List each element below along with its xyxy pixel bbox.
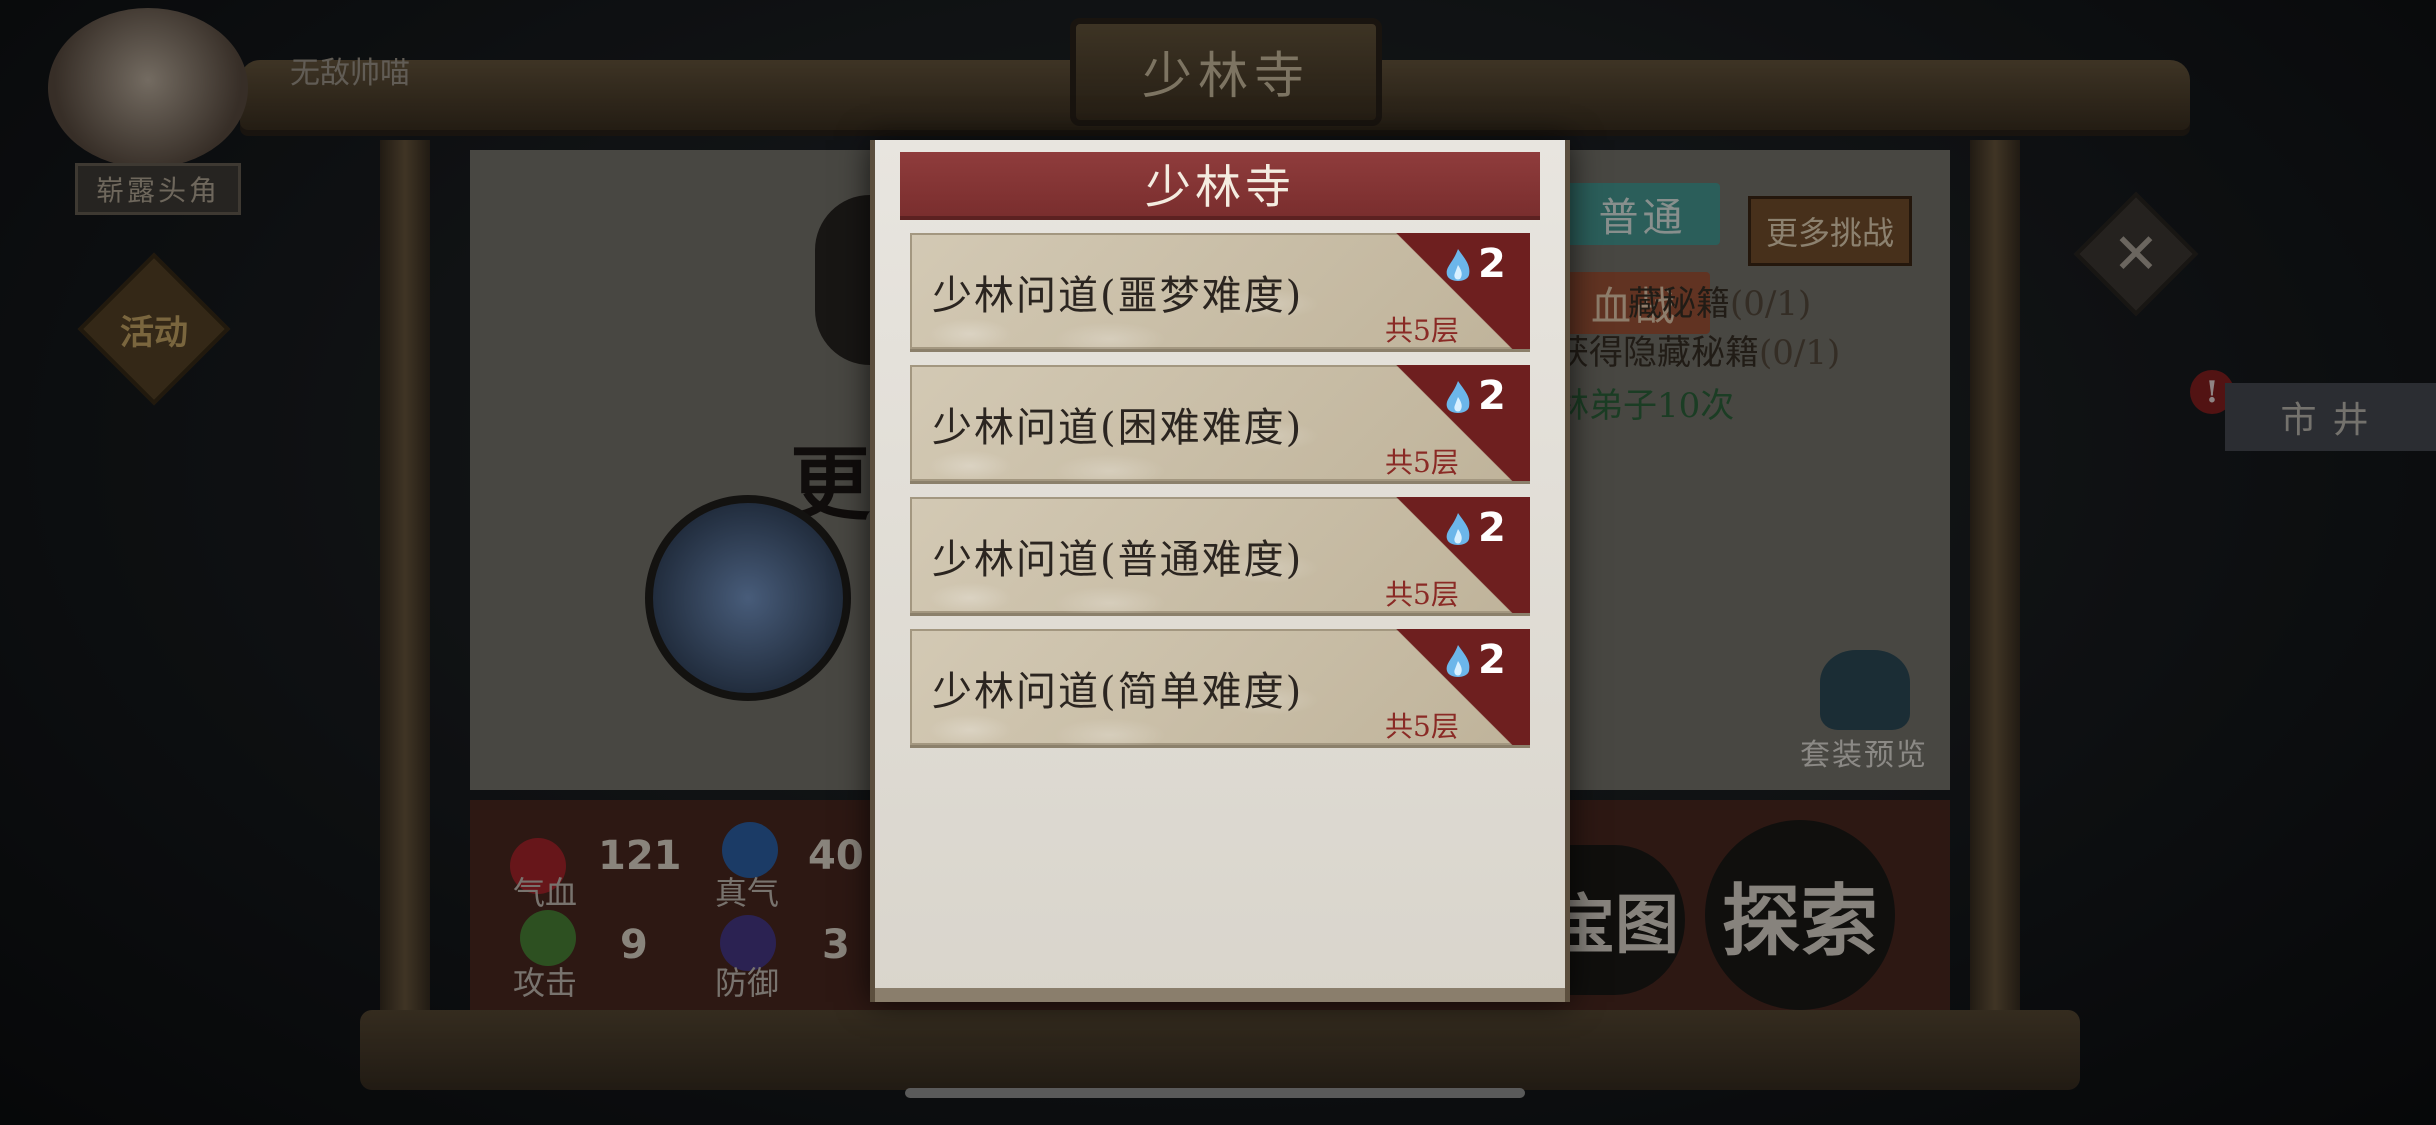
attack-value: 9	[620, 922, 648, 968]
stamina-cost: 2	[1478, 505, 1506, 551]
outfit-icon	[1820, 650, 1910, 730]
market-button[interactable]: 市井	[2225, 383, 2436, 451]
qi-label: 真气	[715, 874, 780, 912]
right-pillar	[1970, 140, 2020, 1040]
task-line: 血战藏秘籍(0/1)	[1628, 284, 1812, 324]
dialog-title: 少林寺	[900, 152, 1540, 220]
player-title-badge: 崭露头角	[75, 163, 241, 215]
boss-portrait[interactable]	[645, 495, 851, 701]
location-banner: 少林寺	[1070, 18, 1382, 126]
level-name: 少林问道(噩梦难度)	[932, 273, 1304, 319]
hp-label: 气血	[513, 874, 578, 912]
level-card[interactable]: 少林问道(噩梦难度) 2 共5层	[910, 233, 1530, 349]
blue-flame-icon	[1446, 645, 1470, 677]
blue-flame-icon	[1446, 249, 1470, 281]
stamina-cost: 2	[1478, 637, 1506, 683]
event-label: 活动	[120, 312, 188, 353]
event-button[interactable]: 活动	[77, 252, 231, 406]
floor-count: 共5层	[1385, 578, 1459, 611]
task-line: 获得隐藏秘籍(0/1)	[1555, 333, 1841, 373]
floor-count: 共5层	[1385, 446, 1459, 479]
level-card[interactable]: 少林问道(普通难度) 2 共5层	[910, 497, 1530, 613]
qi-value: 40	[808, 833, 864, 879]
scroll-bottom-rod	[360, 1010, 2080, 1090]
task-line: 林弟子10次	[1555, 386, 1735, 426]
floor-count: 共5层	[1385, 710, 1459, 743]
hp-value: 121	[598, 833, 682, 879]
defense-value: 3	[822, 922, 850, 968]
player-avatar[interactable]	[48, 8, 248, 168]
close-button[interactable]: ✕	[2073, 191, 2199, 317]
level-card[interactable]: 少林问道(困难难度) 2 共5层	[910, 365, 1530, 481]
level-name: 少林问道(困难难度)	[932, 405, 1304, 451]
attack-label: 攻击	[513, 964, 578, 1002]
defense-label: 防御	[715, 964, 780, 1002]
floor-count: 共5层	[1385, 314, 1459, 347]
close-icon: ✕	[2112, 221, 2160, 287]
player-name: 无敌帅喵	[290, 56, 410, 91]
set-preview-button[interactable]: 套装预览	[1800, 730, 1928, 774]
more-challenge-button[interactable]: 更多挑战	[1748, 196, 1912, 266]
stamina-cost: 2	[1478, 373, 1506, 419]
level-name: 少林问道(普通难度)	[932, 537, 1304, 583]
stamina-cost: 2	[1478, 241, 1506, 287]
tab-normal[interactable]: 普通	[1565, 183, 1720, 245]
dungeon-select-dialog: 少林寺 少林问道(噩梦难度) 2 共5层 少林问道(困难难度) 2 共5层 少林…	[870, 140, 1570, 1002]
level-name: 少林问道(简单难度)	[932, 669, 1304, 715]
dialog-bottom-rod	[875, 988, 1565, 1002]
level-card[interactable]: 少林问道(简单难度) 2 共5层	[910, 629, 1530, 745]
left-pillar	[380, 140, 430, 1040]
blue-flame-icon	[1446, 381, 1470, 413]
game-screen: 少林寺 无敌帅喵 崭露头角 活动 更 普通 血战 更多挑战 血战藏秘籍(0/1)…	[0, 0, 2436, 1125]
home-indicator[interactable]	[905, 1088, 1525, 1098]
explore-button[interactable]: 探索	[1705, 820, 1895, 1010]
blue-flame-icon	[1446, 513, 1470, 545]
